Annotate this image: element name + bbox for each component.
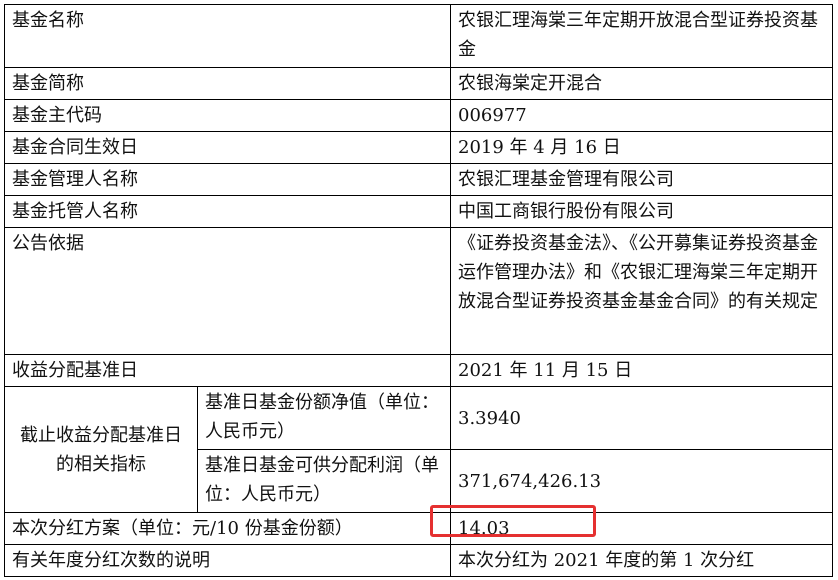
table-row: 公告依据 《证券投资基金法》、《公开募集证券投资基金运作管理办法》和《农银汇理海…: [4, 227, 833, 355]
manager-value: 农银汇理基金管理有限公司: [450, 163, 833, 196]
table-row: 基金合同生效日 2019 年 4 月 16 日: [4, 131, 833, 164]
basis-label: 公告依据: [4, 227, 451, 355]
distributable-value: 371,674,426.13: [450, 449, 833, 513]
table-row: 有关年度分红次数的说明 本次分红为 2021 年度的第 1 次分红: [4, 544, 833, 577]
fund-code-label: 基金主代码: [4, 99, 451, 132]
base-date-value: 2021 年 11 月 15 日: [450, 354, 833, 387]
basis-value: 《证券投资基金法》、《公开募集证券投资基金运作管理办法》和《农银汇理海棠三年定期…: [450, 227, 833, 355]
fund-code-value: 006977: [450, 99, 833, 132]
custodian-label: 基金托管人名称: [4, 195, 451, 228]
fund-name-value: 农银汇理海棠三年定期开放混合型证券投资基金: [450, 4, 833, 68]
table-row: 收益分配基准日 2021 年 11 月 15 日: [4, 354, 833, 387]
table-row: 基金名称 农银汇理海棠三年定期开放混合型证券投资基金: [4, 4, 833, 68]
plan-label: 本次分红方案（单位：元/10 份基金份额）: [4, 512, 451, 545]
table-row: 基金托管人名称 中国工商银行股份有限公司: [4, 195, 833, 228]
table-row: 本次分红方案（单位：元/10 份基金份额） 14.03: [4, 512, 833, 545]
effective-date-label: 基金合同生效日: [4, 131, 451, 164]
annual-note-label: 有关年度分红次数的说明: [4, 544, 451, 577]
manager-label: 基金管理人名称: [4, 163, 451, 196]
fund-short-label: 基金简称: [4, 67, 451, 100]
indicators-label: 截止收益分配基准日的相关指标: [4, 386, 198, 513]
fund-short-value: 农银海棠定开混合: [450, 67, 833, 100]
table-row: 基金主代码 006977: [4, 99, 833, 132]
nav-value: 3.3940: [450, 386, 833, 450]
distributable-label: 基准日基金可供分配利润（单位：人民币元）: [197, 449, 451, 513]
annual-note-value: 本次分红为 2021 年度的第 1 次分红: [450, 544, 833, 577]
table-row: 基金简称 农银海棠定开混合: [4, 67, 833, 100]
custodian-value: 中国工商银行股份有限公司: [450, 195, 833, 228]
fund-dividend-table: 基金名称 农银汇理海棠三年定期开放混合型证券投资基金 基金简称 农银海棠定开混合…: [4, 4, 833, 577]
base-date-label: 收益分配基准日: [4, 354, 451, 387]
table-row: 基金管理人名称 农银汇理基金管理有限公司: [4, 163, 833, 196]
nav-label: 基准日基金份额净值（单位：人民币元）: [197, 386, 451, 450]
plan-value: 14.03: [450, 512, 833, 545]
effective-date-value: 2019 年 4 月 16 日: [450, 131, 833, 164]
table-row: 截止收益分配基准日的相关指标 基准日基金份额净值（单位：人民币元） 3.3940: [4, 386, 833, 513]
fund-name-label: 基金名称: [4, 4, 451, 68]
